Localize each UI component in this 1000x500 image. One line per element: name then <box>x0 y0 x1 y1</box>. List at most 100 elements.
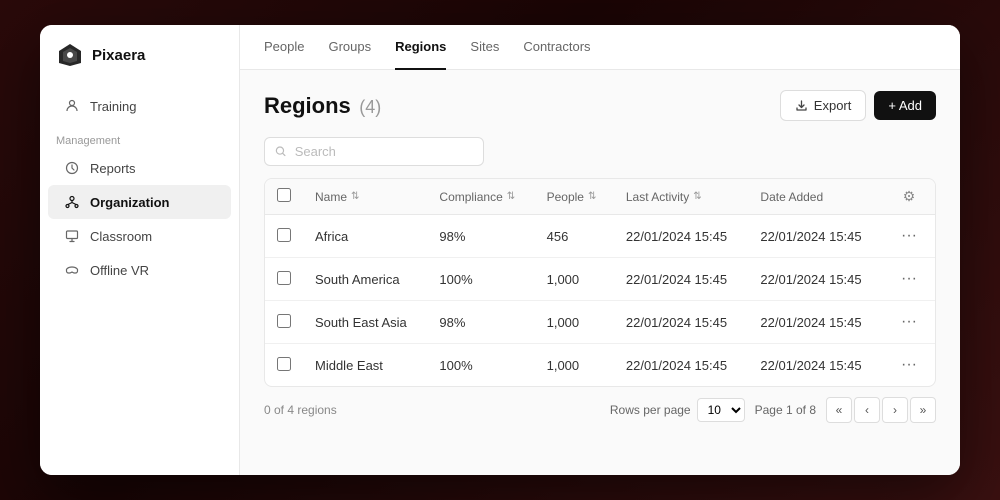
sidebar-item-reports[interactable]: Reports <box>48 151 231 185</box>
page-info: Page 1 of 8 <box>755 403 816 417</box>
management-section-label: Management <box>40 123 239 151</box>
sidebar-item-classroom-label: Classroom <box>90 229 152 244</box>
vr-icon <box>64 262 80 278</box>
people-sort-icon[interactable]: ⇅ <box>588 191 596 202</box>
row-checkbox-cell <box>265 344 303 387</box>
tab-regions[interactable]: Regions <box>395 25 446 70</box>
row-date-added: 22/01/2024 15:45 <box>748 344 883 387</box>
pagination-right: Rows per page 10 25 50 Page 1 of 8 « ‹ ›… <box>610 397 936 423</box>
row-people: 1,000 <box>535 258 614 301</box>
settings-gear-icon[interactable]: ⚙ <box>903 188 916 204</box>
sidebar-item-reports-label: Reports <box>90 161 136 176</box>
sidebar: Pixaera Training Management <box>40 25 240 475</box>
row-last-activity: 22/01/2024 15:45 <box>614 258 749 301</box>
row-checkbox-1[interactable] <box>277 271 291 285</box>
page-actions: Export + Add <box>780 90 936 121</box>
prev-page-button[interactable]: ‹ <box>854 397 880 423</box>
row-checkbox-2[interactable] <box>277 314 291 328</box>
row-date-added: 22/01/2024 15:45 <box>748 301 883 344</box>
col-settings: ⚙ <box>883 179 935 215</box>
search-wrap[interactable] <box>264 137 484 166</box>
sidebar-nav: Training Management Reports <box>40 89 239 287</box>
name-sort-icon[interactable]: ⇅ <box>351 191 359 202</box>
row-people: 1,000 <box>535 301 614 344</box>
row-name: Middle East <box>303 344 427 387</box>
row-more-cell: ··· <box>883 301 935 344</box>
page-header: Regions (4) Export + Add <box>264 90 936 121</box>
row-checkbox-cell <box>265 215 303 258</box>
row-name: South America <box>303 258 427 301</box>
page-title-text: Regions <box>264 93 351 118</box>
col-people: People ⇅ <box>535 179 614 215</box>
row-name: Africa <box>303 215 427 258</box>
col-date-added-label: Date Added <box>760 190 823 204</box>
next-page-button[interactable]: › <box>882 397 908 423</box>
page-title-count: (4) <box>359 97 381 117</box>
tab-groups[interactable]: Groups <box>328 25 371 70</box>
row-people: 456 <box>535 215 614 258</box>
table-row: South America 100% 1,000 22/01/2024 15:4… <box>265 258 935 301</box>
pagination-row: 0 of 4 regions Rows per page 10 25 50 Pa… <box>264 387 936 425</box>
row-last-activity: 22/01/2024 15:45 <box>614 215 749 258</box>
row-checkbox-3[interactable] <box>277 357 291 371</box>
row-compliance: 100% <box>427 344 534 387</box>
pagination-info: 0 of 4 regions <box>264 403 337 417</box>
sidebar-item-classroom[interactable]: Classroom <box>48 219 231 253</box>
tabs-bar: People Groups Regions Sites Contractors <box>240 25 960 70</box>
compliance-sort-icon[interactable]: ⇅ <box>507 191 515 202</box>
row-more-cell: ··· <box>883 258 935 301</box>
select-all-col <box>265 179 303 215</box>
col-name-label: Name <box>315 190 347 204</box>
sidebar-item-organization-label: Organization <box>90 195 169 210</box>
sidebar-item-organization[interactable]: Organization <box>48 185 231 219</box>
sidebar-item-training-label: Training <box>90 99 136 114</box>
row-more-button-2[interactable]: ··· <box>895 311 923 333</box>
row-more-button-3[interactable]: ··· <box>895 354 923 376</box>
sidebar-item-offline-vr-label: Offline VR <box>90 263 149 278</box>
row-date-added: 22/01/2024 15:45 <box>748 258 883 301</box>
row-checkbox-cell <box>265 301 303 344</box>
select-all-checkbox[interactable] <box>277 188 291 202</box>
logo: Pixaera <box>40 41 239 89</box>
logo-icon <box>56 41 84 69</box>
first-page-button[interactable]: « <box>826 397 852 423</box>
row-more-button-0[interactable]: ··· <box>895 225 923 247</box>
row-compliance: 98% <box>427 215 534 258</box>
row-more-cell: ··· <box>883 215 935 258</box>
col-name: Name ⇅ <box>303 179 427 215</box>
row-last-activity: 22/01/2024 15:45 <box>614 344 749 387</box>
add-label: + Add <box>888 98 922 113</box>
tab-sites[interactable]: Sites <box>470 25 499 70</box>
rows-per-page-label: Rows per page <box>610 403 691 417</box>
tab-contractors[interactable]: Contractors <box>523 25 590 70</box>
row-compliance: 100% <box>427 258 534 301</box>
page-title: Regions (4) <box>264 93 381 119</box>
sidebar-item-training[interactable]: Training <box>48 89 231 123</box>
table-row: Africa 98% 456 22/01/2024 15:45 22/01/20… <box>265 215 935 258</box>
search-row <box>264 137 936 166</box>
row-checkbox-cell <box>265 258 303 301</box>
row-last-activity: 22/01/2024 15:45 <box>614 301 749 344</box>
export-button[interactable]: Export <box>780 90 867 121</box>
search-icon <box>275 145 287 158</box>
row-more-cell: ··· <box>883 344 935 387</box>
col-compliance: Compliance ⇅ <box>427 179 534 215</box>
search-input[interactable] <box>295 144 473 159</box>
col-last-activity: Last Activity ⇅ <box>614 179 749 215</box>
tab-people[interactable]: People <box>264 25 304 70</box>
row-people: 1,000 <box>535 344 614 387</box>
logo-text: Pixaera <box>92 47 145 64</box>
add-button[interactable]: + Add <box>874 91 936 120</box>
row-more-button-1[interactable]: ··· <box>895 268 923 290</box>
last-page-button[interactable]: » <box>910 397 936 423</box>
activity-sort-icon[interactable]: ⇅ <box>693 191 701 202</box>
table-header-row: Name ⇅ Compliance ⇅ <box>265 179 935 215</box>
row-checkbox-0[interactable] <box>277 228 291 242</box>
sidebar-item-offline-vr[interactable]: Offline VR <box>48 253 231 287</box>
rows-per-page-select[interactable]: 10 25 50 <box>697 398 745 422</box>
org-icon <box>64 194 80 210</box>
row-compliance: 98% <box>427 301 534 344</box>
col-last-activity-label: Last Activity <box>626 190 689 204</box>
col-compliance-label: Compliance <box>439 190 502 204</box>
col-date-added: Date Added <box>748 179 883 215</box>
